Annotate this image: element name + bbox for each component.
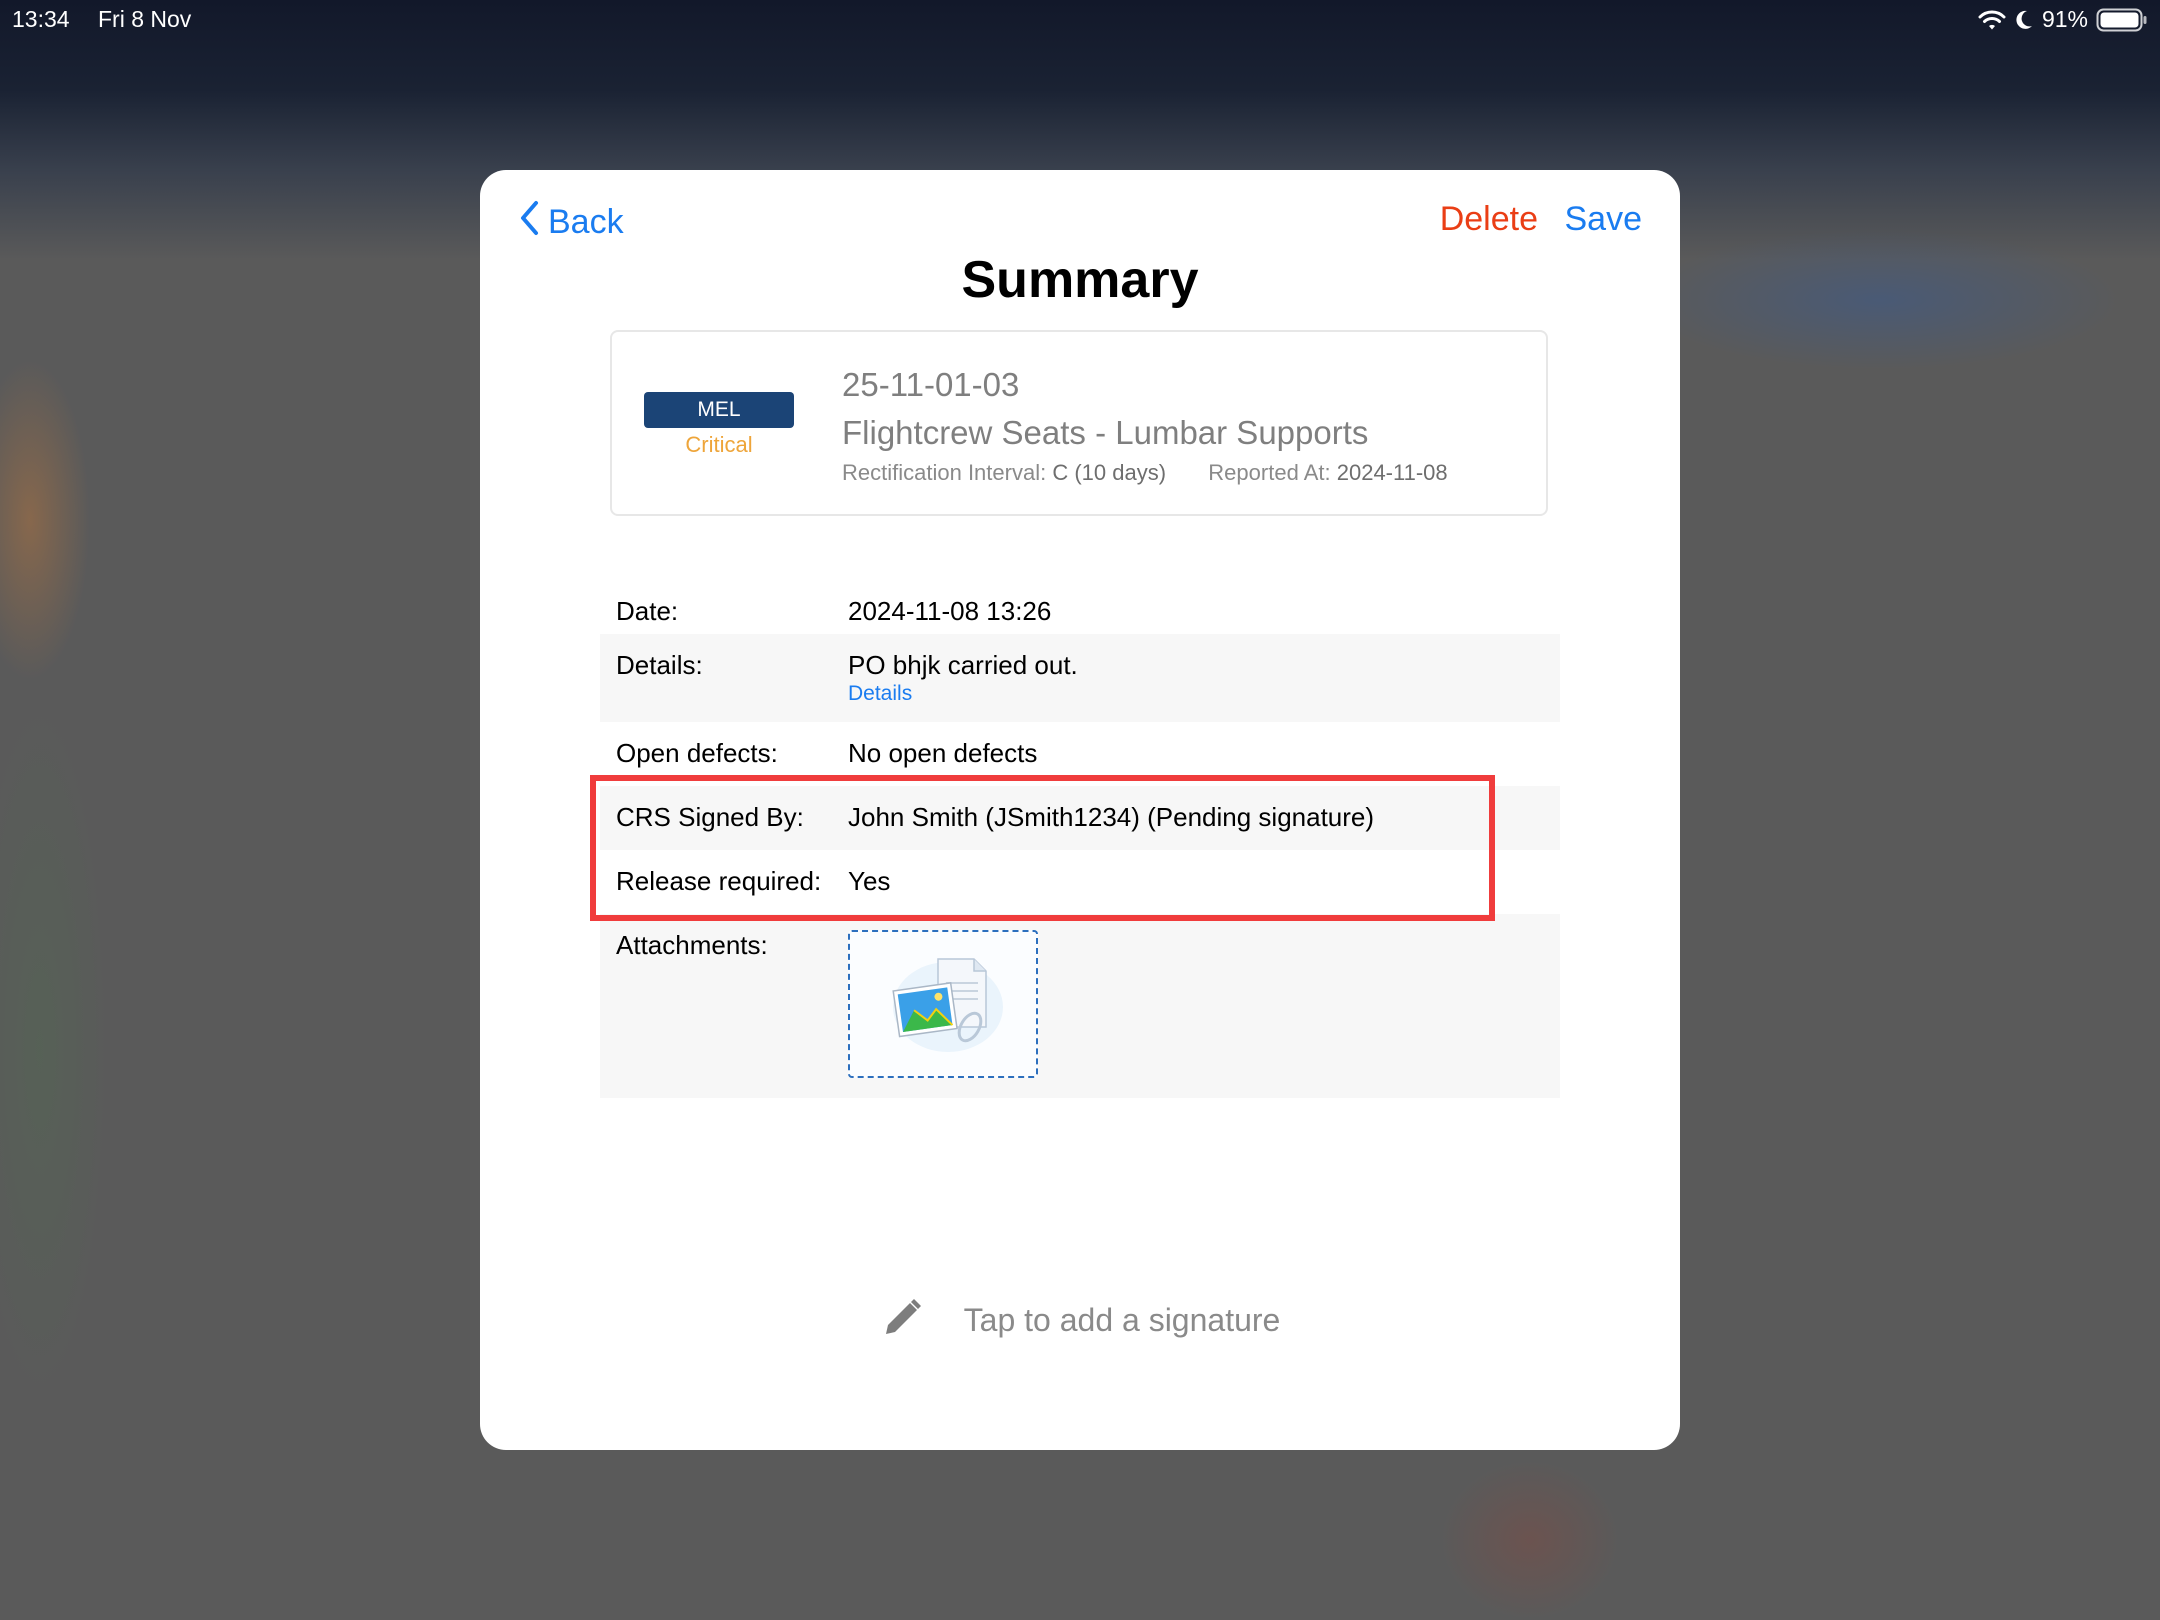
back-button[interactable]: Back xyxy=(518,200,624,245)
defect-card: MEL Critical 25-11-01-03 Flightcrew Seat… xyxy=(610,330,1548,516)
status-indicators: 91% xyxy=(1978,6,2148,33)
pencil-icon xyxy=(880,1296,924,1345)
open-defects-label: Open defects: xyxy=(616,738,778,768)
date-label: Date: xyxy=(616,596,679,626)
signature-prompt: Tap to add a signature xyxy=(963,1301,1281,1338)
image-file-icon xyxy=(878,947,1008,1062)
attachment-thumbnail[interactable] xyxy=(848,930,1038,1078)
status-bar: 13:34 Fri 8 Nov 91% xyxy=(0,0,2160,40)
battery-icon xyxy=(2096,7,2148,33)
details-value: PO bhjk carried out. xyxy=(848,650,1078,680)
reported-value: 2024-11-08 xyxy=(1336,460,1448,485)
defect-code: 25-11-01-03 xyxy=(842,366,1020,403)
attachments-row: Attachments: xyxy=(600,914,1560,1098)
battery-percent: 91% xyxy=(2041,6,2088,32)
defect-title: Flightcrew Seats - Lumbar Supports xyxy=(842,414,1369,451)
rectification-value: C (10 days) xyxy=(1052,460,1167,485)
defect-category: Critical xyxy=(685,432,753,457)
reported-label: Reported At: xyxy=(1208,460,1331,485)
highlight-annotation xyxy=(590,775,1495,921)
add-signature-button[interactable]: Tap to add a signature xyxy=(480,1270,1680,1370)
rectification-label: Rectification Interval: xyxy=(842,460,1047,485)
chevron-left-icon xyxy=(518,200,540,245)
delete-button[interactable]: Delete xyxy=(1440,200,1538,239)
status-time: 13:34 xyxy=(12,6,70,32)
details-label: Details: xyxy=(616,650,703,680)
mel-badge: MEL xyxy=(644,392,794,428)
save-button[interactable]: Save xyxy=(1565,200,1643,239)
moon-icon xyxy=(2014,9,2034,31)
details-row: Details: PO bhjk carried out. Details xyxy=(600,634,1560,722)
page-title: Summary xyxy=(961,251,1199,309)
back-label: Back xyxy=(548,203,624,241)
date-value: 2024-11-08 13:26 xyxy=(848,596,1052,626)
open-defects-value: No open defects xyxy=(848,738,1038,768)
attachments-label: Attachments: xyxy=(616,930,768,960)
defect-meta: Rectification Interval: C (10 days) Repo… xyxy=(842,460,1448,486)
status-date: Fri 8 Nov xyxy=(98,6,192,32)
details-link[interactable]: Details xyxy=(848,682,912,706)
wifi-icon xyxy=(1978,9,2006,31)
